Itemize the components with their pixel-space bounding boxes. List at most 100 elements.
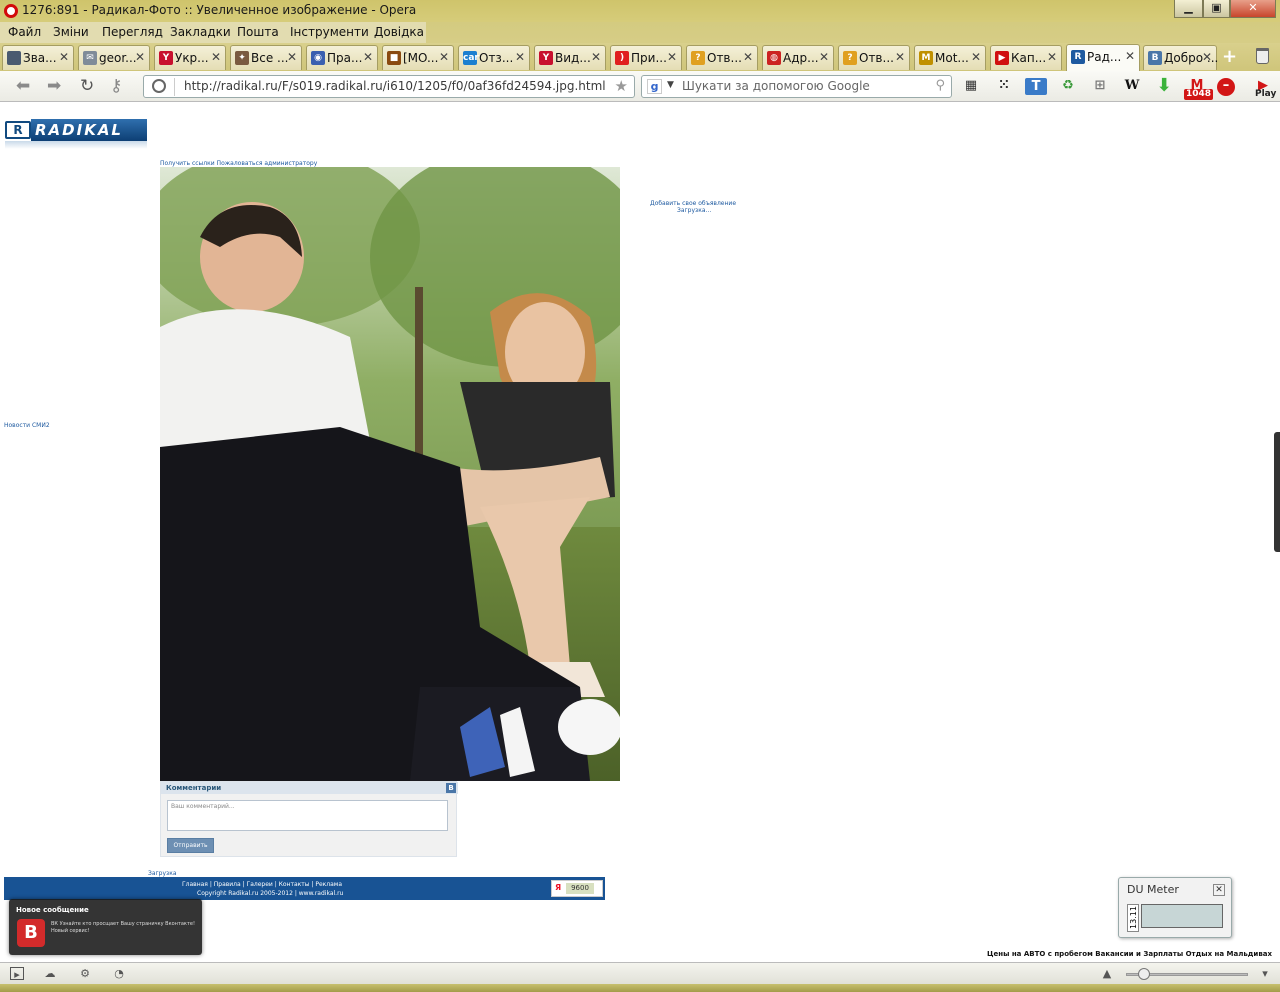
tab-close-icon[interactable]: ✕ [515,50,525,64]
tab-3[interactable]: Y Укр... ✕ [154,45,226,70]
tab-close-icon[interactable]: ✕ [135,50,145,64]
tab-favicon: ◉ [311,51,325,65]
wikipedia-icon[interactable]: W [1121,76,1143,98]
zoom-arrow-icon[interactable]: ▲ [1100,967,1114,980]
mail-count-badge: 1048 [1184,89,1214,100]
tab-close-icon[interactable]: ✕ [667,50,677,64]
minimize-button[interactable]: ▁ [1174,0,1203,18]
recycle-icon[interactable]: ♻ [1057,76,1079,98]
du-meter-close-icon[interactable]: ✕ [1213,884,1225,896]
translate-icon[interactable]: T [1025,78,1047,95]
vk-icon: B [446,783,456,793]
tab-close-icon[interactable]: ✕ [211,50,221,64]
search-engine-dropdown-icon[interactable]: ▼ [667,80,674,90]
tab-9[interactable]: ) При... ✕ [610,45,682,70]
address-bar[interactable]: http://radikal.ru/F/s019.radikal.ru/i610… [143,75,635,98]
tab-favicon: Y [159,51,173,65]
comments-header: Комментарии B [161,782,458,794]
qr-code-icon[interactable]: ⁙ [993,76,1015,98]
tab-13[interactable]: M Mot... ✕ [914,45,986,70]
du-meter-widget[interactable]: DU Meter ✕ 13.11 [1118,877,1232,938]
tab-close-icon[interactable]: ✕ [895,50,905,64]
tab-2[interactable]: ✉ geor... ✕ [78,45,150,70]
tab-close-icon[interactable]: ✕ [819,50,829,64]
side-panel-handle[interactable] [1274,432,1280,552]
menu-mail[interactable]: Пошта [237,25,279,39]
search-placeholder[interactable]: Шукати за допомогою Google [682,79,870,93]
tab-label: Вид... [555,51,591,65]
block-icon[interactable]: – [1217,78,1235,96]
search-icon[interactable]: ⚲ [935,78,945,93]
tab-close-icon[interactable]: ✕ [287,50,297,64]
forward-arrow-icon[interactable]: ➡ [47,77,61,95]
zoom-menu-icon[interactable]: ▾ [1258,967,1272,980]
tab-1[interactable]: Зва... ✕ [2,45,74,70]
tab-favicon: ) [615,51,629,65]
extension-icon[interactable]: ⊞ [1089,76,1111,98]
trash-icon[interactable] [1256,48,1269,64]
news-smi2-link[interactable]: Новости СМИ2 [4,422,50,430]
download-arrow-icon[interactable]: ⬇ [1153,76,1175,98]
comment-input[interactable]: Ваш комментарий... [167,800,448,831]
vk-notification[interactable]: Новое сообщение В ВК Узнайте кто просщае… [9,899,202,955]
address-url[interactable]: http://radikal.ru/F/s019.radikal.ru/i610… [184,79,606,93]
google-icon[interactable]: g [647,79,662,94]
menu-file[interactable]: Файл [8,25,41,39]
search-field[interactable]: g ▼ Шукати за допомогою Google ⚲ [641,75,952,98]
tab-label: Отв... [707,51,742,65]
visit-counter[interactable]: Я 9600 [551,880,603,897]
tab-favicon: ▶ [995,51,1009,65]
tab-16[interactable]: B Добро ... ✕ [1143,45,1218,70]
tab-11[interactable]: ◍ Адр... ✕ [762,45,834,70]
opera-logo-icon [4,4,18,18]
tab-4[interactable]: ✦ Все ... ✕ [230,45,302,70]
tab-12[interactable]: ? Отв... ✕ [838,45,910,70]
calculator-icon[interactable]: ▦ [960,76,982,98]
menu-edit[interactable]: Зміни [53,25,89,39]
footer-links[interactable]: Главная | Правила | Галереи | Контакты |… [182,881,342,888]
menu-bookmarks[interactable]: Закладки [170,25,231,39]
menu-help[interactable]: Довідка [374,25,424,39]
tab-8[interactable]: Y Вид... ✕ [534,45,606,70]
tab-close-icon[interactable]: ✕ [743,50,753,64]
tab-close-icon[interactable]: ✕ [971,50,981,64]
tab-favicon: B [1148,51,1162,65]
tab-label: Пра... [327,51,363,65]
speed-dial-icon[interactable]: ◔ [112,967,126,980]
tab-close-icon[interactable]: ✕ [363,50,373,64]
tab-close-icon[interactable]: ✕ [1047,50,1057,64]
tab-close-icon[interactable]: ✕ [1125,49,1135,63]
tab-close-icon[interactable]: ✕ [1202,50,1212,64]
tab-14[interactable]: ▶ Кап... ✕ [990,45,1062,70]
du-meter-scale: 13.11 [1127,904,1139,932]
tab-close-icon[interactable]: ✕ [439,50,449,64]
tab-15-active[interactable]: R Рад... ✕ [1066,44,1140,71]
tab-close-icon[interactable]: ✕ [591,50,601,64]
unite-icon[interactable]: ⚙ [78,967,92,980]
panel-toggle-icon[interactable]: ▸ [10,967,24,981]
radikal-logo[interactable]: R RADIKAL FOTO [5,119,147,161]
send-comment-button[interactable]: Отправить [167,838,214,853]
new-tab-plus-icon[interactable]: + [1222,46,1237,67]
tab-label: Все ... [251,51,289,65]
menu-view[interactable]: Перегляд [102,25,163,39]
tab-favicon: ? [691,51,705,65]
tab-6[interactable]: ■ [MO... ✕ [382,45,454,70]
tab-close-icon[interactable]: ✕ [59,50,69,64]
du-meter-title: DU Meter [1127,883,1179,896]
tab-7[interactable]: car Отз... ✕ [458,45,530,70]
tab-5[interactable]: ◉ Пра... ✕ [306,45,378,70]
back-arrow-icon[interactable]: ⬅ [16,77,30,95]
menu-tools[interactable]: Інструменти [290,25,369,39]
maximize-button[interactable]: ▣ [1203,0,1230,18]
tab-label: Отз... [479,51,514,65]
bottom-ad-links[interactable]: Цены на АВТО с пробегом Вакансии и Зарпл… [987,950,1272,958]
bookmark-star-icon[interactable]: ★ [615,77,628,95]
key-icon[interactable]: ⚷ [110,77,122,95]
tab-favicon: ■ [387,51,401,65]
zoom-slider-knob[interactable] [1138,968,1150,980]
reload-icon[interactable]: ↻ [80,77,94,95]
tab-10[interactable]: ? Отв... ✕ [686,45,758,70]
close-window-button[interactable]: ✕ [1230,0,1276,18]
cloud-icon[interactable]: ☁ [43,967,57,980]
